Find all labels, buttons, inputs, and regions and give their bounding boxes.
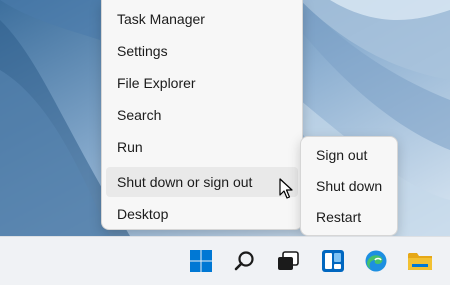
menu-item-label: Settings bbox=[117, 43, 168, 59]
menu-item-label: Task Manager bbox=[117, 11, 205, 27]
menu-item-file-explorer[interactable]: File Explorer bbox=[106, 68, 298, 98]
submenu-item-label: Shut down bbox=[316, 178, 383, 194]
file-explorer-icon[interactable] bbox=[405, 246, 435, 276]
menu-item-desktop[interactable]: Desktop bbox=[106, 199, 298, 229]
edge-browser-icon[interactable] bbox=[361, 246, 391, 276]
start-context-menu: Task Manager Settings File Explorer Sear… bbox=[101, 0, 303, 230]
menu-item-run[interactable]: Run bbox=[106, 132, 298, 162]
menu-item-label: Desktop bbox=[117, 206, 169, 222]
taskbar bbox=[0, 236, 450, 285]
submenu-item-label: Sign out bbox=[316, 147, 368, 163]
search-icon[interactable] bbox=[230, 246, 260, 276]
widgets-icon[interactable] bbox=[318, 246, 348, 276]
shutdown-submenu: Sign out Shut down Restart bbox=[300, 136, 398, 236]
mouse-pointer-icon bbox=[279, 178, 293, 205]
menu-item-task-manager[interactable]: Task Manager bbox=[106, 4, 298, 34]
menu-item-search[interactable]: Search bbox=[106, 100, 298, 130]
windows-start-icon[interactable] bbox=[186, 246, 216, 276]
submenu-item-restart[interactable]: Restart bbox=[304, 203, 394, 231]
menu-item-settings[interactable]: Settings bbox=[106, 36, 298, 66]
menu-item-label: File Explorer bbox=[117, 75, 196, 91]
menu-item-label: Shut down or sign out bbox=[117, 174, 253, 190]
menu-item-label: Run bbox=[117, 139, 143, 155]
task-view-icon[interactable] bbox=[273, 246, 303, 276]
menu-item-label: Search bbox=[117, 107, 162, 123]
submenu-item-label: Restart bbox=[316, 209, 362, 225]
menu-item-shut-down-or-sign-out[interactable]: Shut down or sign out › bbox=[106, 167, 298, 197]
submenu-item-sign-out[interactable]: Sign out bbox=[304, 141, 394, 169]
submenu-item-shut-down[interactable]: Shut down bbox=[304, 172, 394, 200]
